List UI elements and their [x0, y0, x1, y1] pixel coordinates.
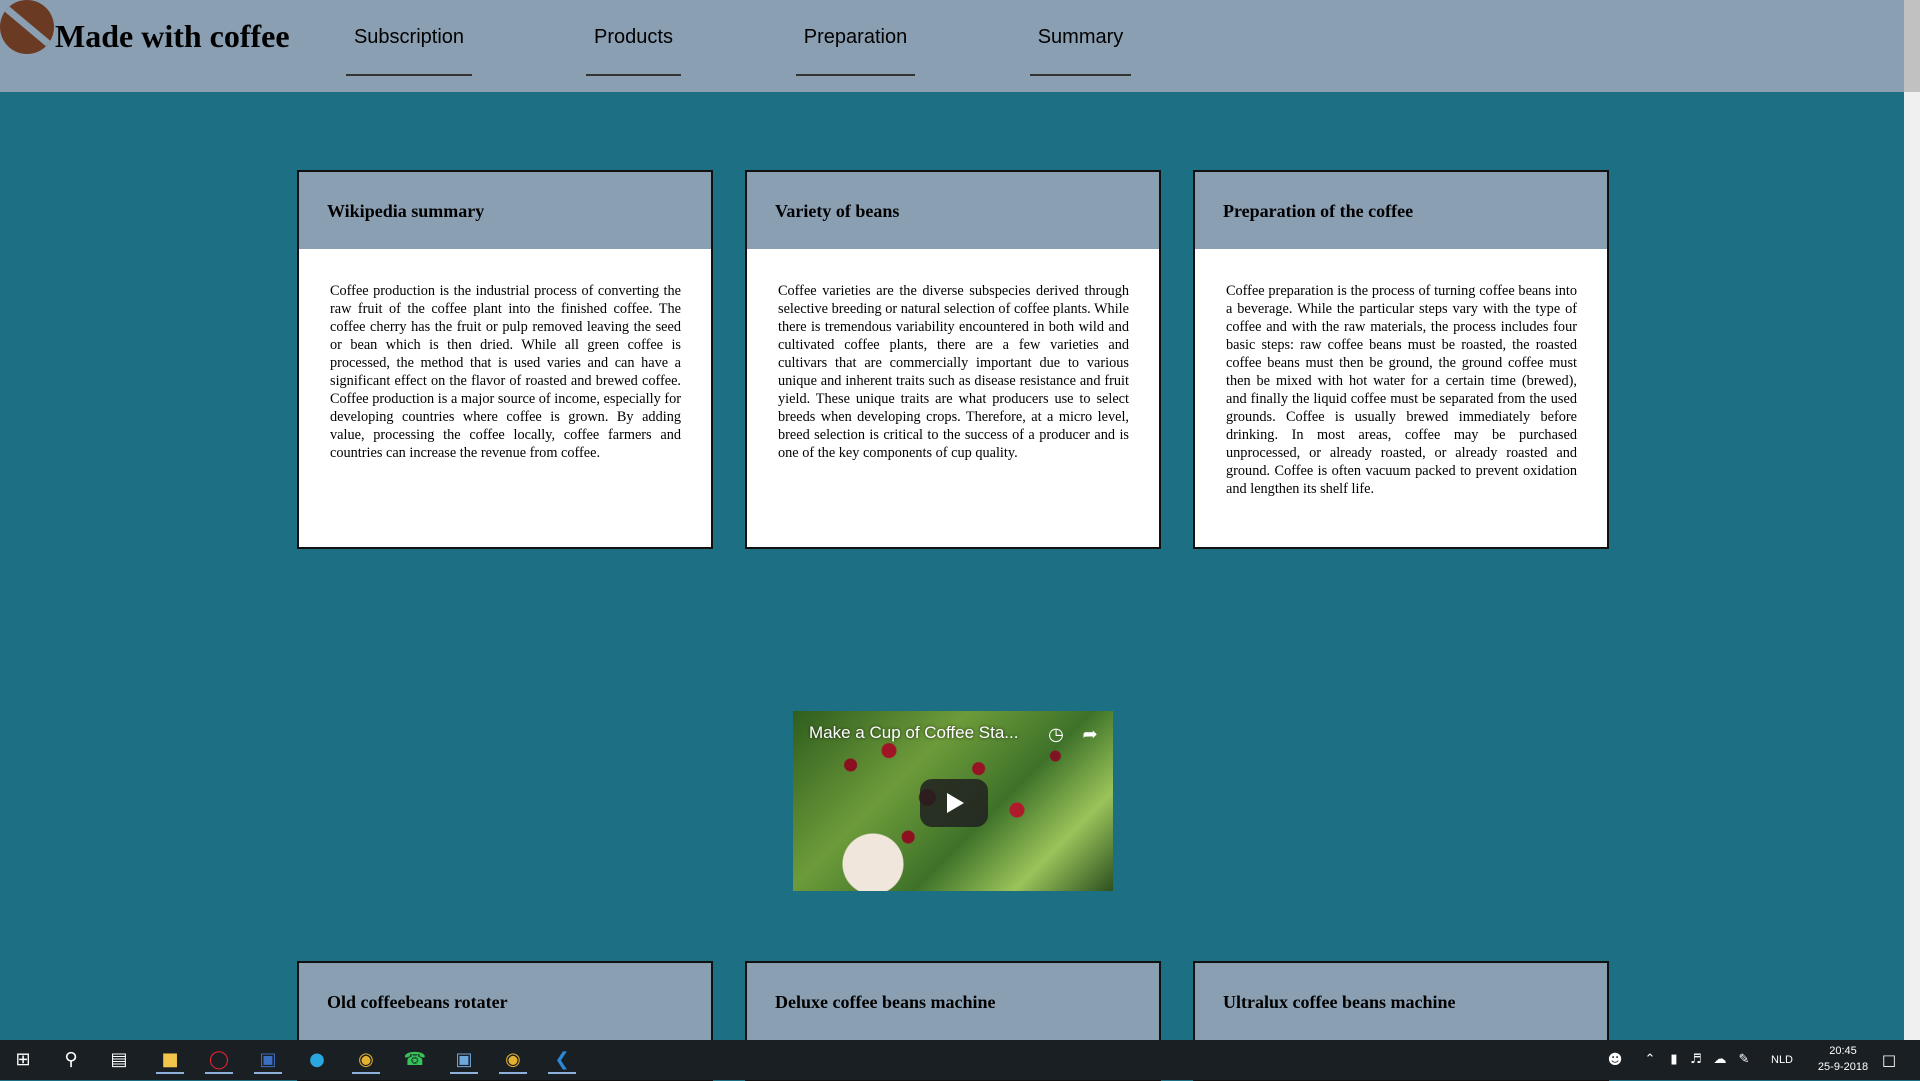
task-view-icon[interactable]: ▤ — [105, 1046, 133, 1074]
chrome-icon[interactable]: ◉ — [499, 1046, 527, 1074]
video-title[interactable]: Make a Cup of Coffee Sta... — [809, 723, 1018, 743]
skype-icon[interactable]: ● — [303, 1046, 331, 1074]
card-text: Coffee production is the industrial proc… — [330, 283, 681, 461]
card-variety-of-beans: Variety of beans Coffee varieties are th… — [745, 170, 1161, 549]
card-text: Coffee preparation is the process of tur… — [1226, 283, 1577, 497]
nav-summary[interactable]: Summary — [1030, 26, 1131, 76]
search-icon[interactable]: ⚲ — [57, 1046, 85, 1074]
notification-center-icon[interactable]: □ — [1875, 1046, 1903, 1074]
card-preparation-of-coffee: Preparation of the coffee Coffee prepara… — [1193, 170, 1609, 549]
chrome-icon[interactable]: ◉ — [352, 1046, 380, 1074]
opera-icon[interactable]: ◯ — [205, 1046, 233, 1074]
windows-taskbar: ⊞ ⚲ ▤ ■ ◯ ▣ ● ◉ ☎ ▣ ◉ ❮ ☻ ⌃ ▮ ♬ ☁ ✎ NLD … — [0, 1040, 1920, 1080]
card-text: Coffee varieties are the diverse subspec… — [778, 283, 1129, 461]
card-title: Wikipedia summary — [299, 172, 711, 249]
coffee-bean-logo-icon[interactable] — [0, 0, 54, 54]
youtube-video-embed[interactable]: Make a Cup of Coffee Sta... ◷ ➦ — [793, 711, 1113, 891]
card-title: Variety of beans — [747, 172, 1159, 249]
site-header: Made with coffee Subscription Products P… — [0, 0, 1904, 92]
card-wikipedia-summary: Wikipedia summary Coffee production is t… — [297, 170, 713, 549]
card-title: Preparation of the coffee — [1195, 172, 1607, 249]
pen-icon[interactable]: ✎ — [1730, 1046, 1758, 1074]
whatsapp-icon[interactable]: ☎ — [401, 1046, 429, 1074]
play-button-icon[interactable] — [920, 779, 988, 827]
start-icon[interactable]: ⊞ — [9, 1046, 37, 1074]
card-title: Old coffeebeans rotater — [299, 963, 711, 1040]
nav-products[interactable]: Products — [586, 26, 681, 76]
card-title: Ultralux coffee beans machine — [1195, 963, 1607, 1040]
vertical-scrollbar[interactable] — [1904, 0, 1920, 1040]
clock-time[interactable]: 20:45 — [1818, 1045, 1868, 1057]
word-icon[interactable]: ▣ — [254, 1046, 282, 1074]
language-indicator[interactable]: NLD — [1771, 1054, 1793, 1066]
people-icon[interactable]: ☻ — [1601, 1046, 1629, 1074]
clock-date[interactable]: 25-9-2018 — [1808, 1061, 1878, 1073]
vscode-icon[interactable]: ❮ — [548, 1046, 576, 1074]
share-icon[interactable]: ➦ — [1079, 724, 1101, 746]
card-title: Deluxe coffee beans machine — [747, 963, 1159, 1040]
nav-subscription[interactable]: Subscription — [346, 26, 472, 76]
nav-preparation[interactable]: Preparation — [796, 26, 915, 76]
file-explorer-icon[interactable]: ■ — [156, 1046, 184, 1074]
app-icon[interactable]: ▣ — [450, 1046, 478, 1074]
scrollbar-thumb[interactable] — [1904, 0, 1920, 92]
site-title: Made with coffee — [55, 18, 290, 54]
watch-later-icon[interactable]: ◷ — [1045, 724, 1067, 746]
